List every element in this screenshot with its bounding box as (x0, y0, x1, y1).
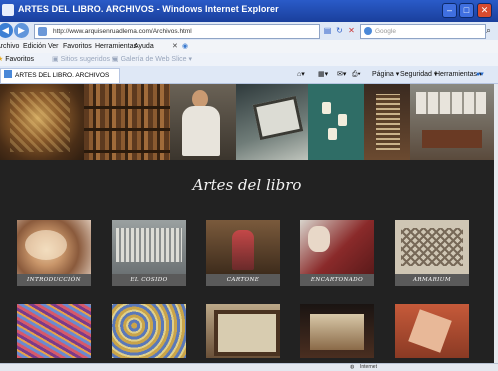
tile-caption[interactable]: INTRODUCCIÓN (17, 274, 91, 286)
favorites-bar: ★ Favoritos ▣ Sitios sugeridos ▾ ▣ Galer… (0, 53, 498, 67)
tile-red-leather[interactable] (395, 304, 469, 358)
menu-herramientas[interactable]: Herramientas (95, 40, 137, 53)
tile-image[interactable] (112, 220, 186, 274)
help-icon[interactable]: ●▾ (476, 69, 484, 81)
page-icon (4, 70, 12, 78)
banner-image-spines (364, 84, 410, 160)
tile-caption[interactable]: CARTONE (206, 274, 280, 286)
cmd-pagina[interactable]: Página ▾ (372, 69, 399, 81)
favorites-button[interactable]: ★ Favoritos (0, 53, 34, 66)
tile-image[interactable] (300, 220, 374, 274)
header-banner (0, 84, 494, 160)
menu-edicion[interactable]: Edición (23, 40, 46, 53)
tile-caption[interactable]: EL COSIDO (112, 274, 186, 286)
print-icon[interactable]: ⎙▾ (352, 69, 361, 81)
cmd-seguridad[interactable]: Seguridad ▾ (400, 69, 437, 81)
feeds-icon[interactable]: ▦▾ (318, 69, 328, 81)
close-button[interactable]: ✕ (477, 3, 492, 18)
refresh-icon[interactable]: ↻ (334, 25, 345, 36)
tile-image[interactable] (300, 304, 374, 358)
compat-view-icon[interactable]: ▤ (322, 25, 333, 36)
banner-image-press (236, 84, 308, 160)
page-title: Artes del libro (192, 176, 302, 194)
tile-cartone[interactable]: CARTONE (206, 220, 280, 286)
search-input[interactable]: Google (360, 24, 486, 39)
tile-armarium[interactable]: ARMARIUM (395, 220, 469, 286)
tile-image[interactable] (112, 304, 186, 358)
favorites-item-sugeridos[interactable]: ▣ Sitios sugeridos ▾ (52, 53, 115, 66)
tile-decorated-paper[interactable] (112, 304, 186, 358)
page-content: Artes del libro INTRODUCCIÓN EL COSIDO C… (0, 84, 494, 364)
stop-icon[interactable]: ✕ (346, 25, 357, 36)
addon-icon[interactable]: ◉ (182, 40, 188, 53)
tab-artes-del-libro[interactable]: ARTES DEL LIBRO. ARCHIVOS (0, 68, 120, 83)
tile-el-cosido[interactable]: EL COSIDO (112, 220, 186, 286)
google-icon (364, 27, 372, 35)
window-title: ARTES DEL LIBRO. ARCHIVOS - Windows Inte… (18, 4, 279, 14)
tile-image[interactable] (395, 220, 469, 274)
tile-book-open[interactable] (300, 304, 374, 358)
menu-bar: Archivo Edición Ver Favoritos Herramient… (0, 40, 498, 54)
maximize-button[interactable]: □ (459, 3, 474, 18)
tile-image[interactable] (17, 220, 91, 274)
tile-image[interactable] (206, 304, 280, 358)
tile-caption[interactable]: ARMARIUM (395, 274, 469, 286)
minimize-button[interactable]: – (442, 3, 457, 18)
star-icon: ★ (0, 56, 4, 63)
tile-frame[interactable] (206, 304, 280, 358)
menu-ayuda[interactable]: Ayuda (134, 40, 154, 53)
ie-icon (2, 4, 14, 16)
tile-caption[interactable]: ENCARTONADO (300, 274, 374, 286)
address-bar: ◀ ▶ http://www.arquisenruadlema.com/Arch… (0, 22, 498, 41)
banner-image-spools (308, 84, 364, 160)
window-title-bar: ARTES DEL LIBRO. ARCHIVOS - Windows Inte… (0, 0, 498, 22)
banner-image-bookshelf (84, 84, 170, 160)
tile-image[interactable] (206, 220, 280, 274)
banner-image-workshop (410, 84, 494, 160)
forward-icon[interactable]: ▶ (14, 23, 29, 38)
back-icon[interactable]: ◀ (0, 23, 13, 38)
menu-archivo[interactable]: Archivo (0, 40, 19, 53)
banner-image-bookbinder (170, 84, 236, 160)
banner-image-ornament (0, 84, 84, 160)
home-icon[interactable]: ⌂▾ (297, 69, 305, 81)
tile-marbled-paper[interactable] (17, 304, 91, 358)
menu-ver[interactable]: Ver (48, 40, 59, 53)
tile-encartonado[interactable]: ENCARTONADO (300, 220, 374, 286)
mail-icon[interactable]: ✉▾ (337, 69, 346, 81)
menu-favoritos[interactable]: Favoritos (63, 40, 92, 53)
tile-introduccion[interactable]: INTRODUCCIÓN (17, 220, 91, 286)
search-icon[interactable]: ⌕ (486, 25, 491, 36)
favicon-icon (38, 27, 47, 36)
favorites-item-webslice[interactable]: ▣ Galería de Web Slice ▾ (112, 53, 192, 66)
tab-bar: ARTES DEL LIBRO. ARCHIVOS ⌂▾ ▦▾ ✉▾ ⎙▾ Pá… (0, 66, 498, 84)
url-input[interactable]: http://www.arquisenruadlema.com/Archivos… (34, 24, 320, 39)
tile-image[interactable] (395, 304, 469, 358)
tile-image[interactable] (17, 304, 91, 358)
vertical-scrollbar[interactable] (494, 84, 498, 363)
close-tab-icon[interactable]: ✕ (172, 40, 178, 53)
